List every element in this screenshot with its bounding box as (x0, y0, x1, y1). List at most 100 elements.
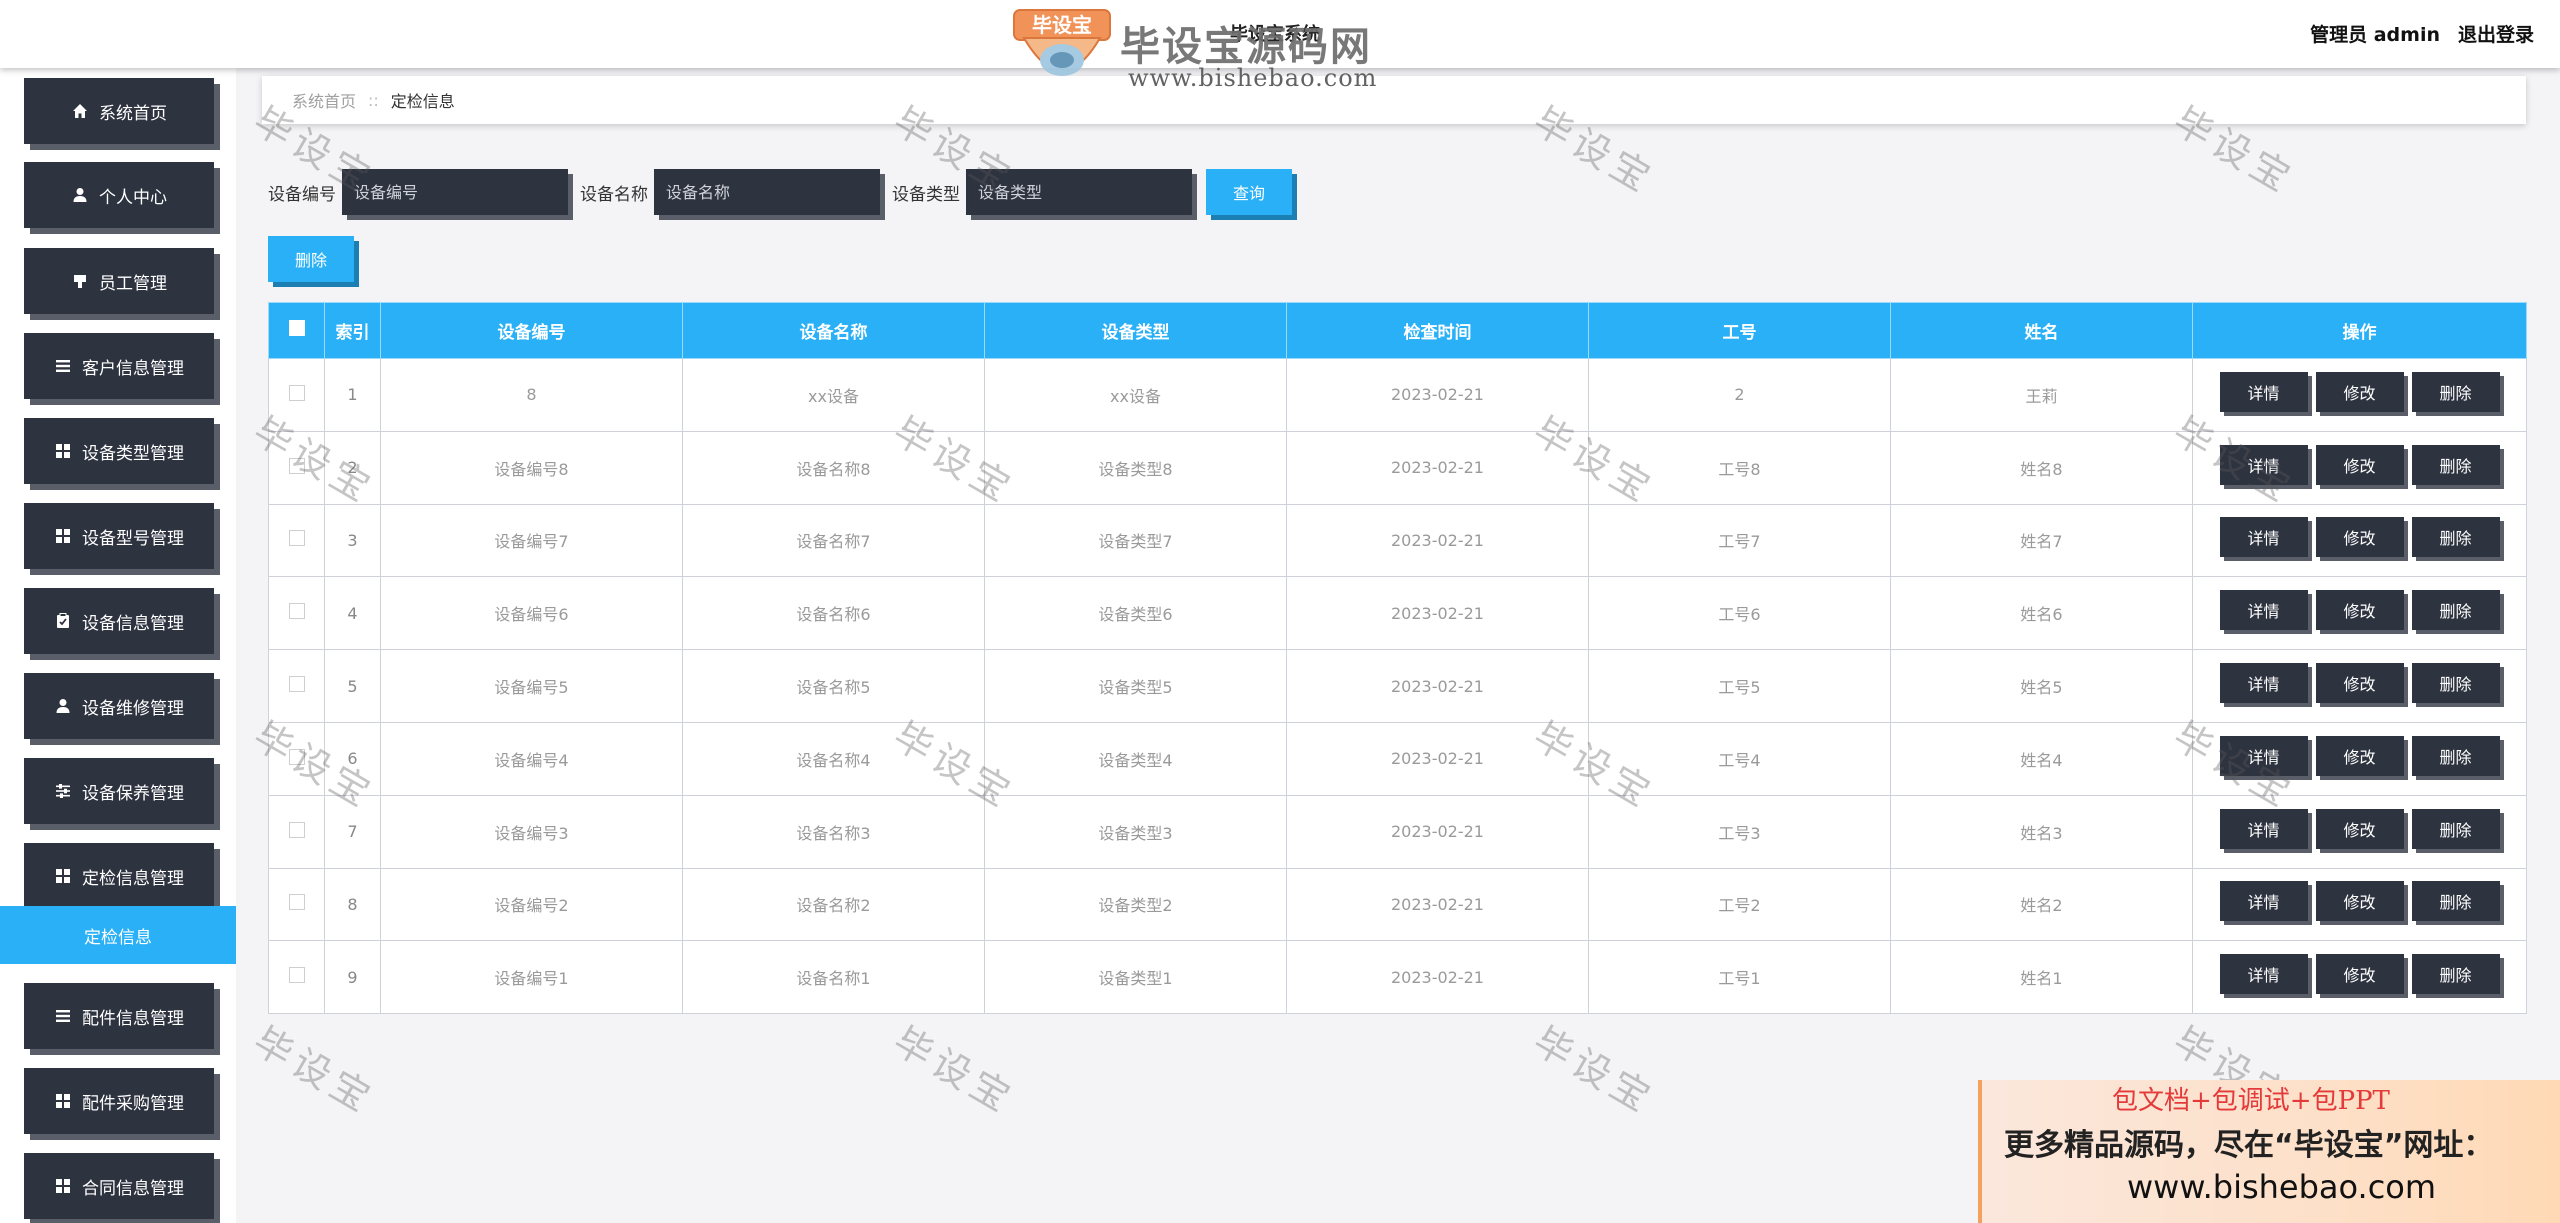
delete-button[interactable]: 删除 (2411, 663, 2500, 704)
row-select-cell[interactable] (268, 576, 325, 651)
row-checkbox[interactable] (288, 894, 305, 911)
sidebar-item-11[interactable]: 配件信息管理 (24, 983, 214, 1049)
cell-device-name: 设备名称7 (682, 503, 985, 578)
device-name-input[interactable] (654, 169, 880, 215)
row-select-cell[interactable] (268, 721, 325, 796)
sidebar-item-label: 员工管理 (99, 273, 167, 294)
cell-device-no: 设备编号8 (380, 430, 683, 505)
sidebar-subitem-active[interactable]: 定检信息 (0, 906, 236, 964)
sidebar-item-13[interactable]: 合同信息管理 (24, 1153, 214, 1219)
cell-device-no: 设备编号1 (380, 940, 683, 1015)
sidebar-item-1[interactable]: 系统首页 (24, 78, 214, 144)
delete-button[interactable]: 删除 (2411, 808, 2500, 849)
row-checkbox[interactable] (288, 821, 305, 838)
breadcrumb-home[interactable]: 系统首页 (292, 88, 356, 112)
cell-index: 1 (324, 358, 381, 432)
sidebar: 系统首页个人中心员工管理客户信息管理 设备类型管理 设备型号管理 设备信息管理 设备维修… (0, 68, 236, 1223)
cell-check-time: 2023-02-21 (1286, 940, 1589, 1015)
edit-button[interactable]: 修改 (2315, 444, 2404, 485)
device-name-label: 设备名称 (580, 184, 648, 205)
col-header-device-type: 设备类型 (984, 302, 1287, 359)
row-checkbox[interactable] (288, 748, 305, 765)
row-checkbox[interactable] (288, 967, 305, 984)
table-row: 9 设备编号1 设备名称1 设备类型1 2023-02-21 工号1 姓名1 详情 修改 删除 (268, 940, 2527, 1015)
row-checkbox[interactable] (288, 530, 305, 547)
edit-button[interactable]: 修改 (2315, 663, 2404, 704)
cell-actions: 详情 修改 删除 (2192, 649, 2527, 723)
sidebar-item-8[interactable]: 设备维修管理 (24, 673, 214, 739)
brand-logo: 毕设宝 毕设宝源码网 www.bishebao.com (1010, 6, 1390, 96)
row-select-cell[interactable] (268, 649, 325, 723)
delete-button[interactable]: 删除 (2411, 735, 2500, 776)
detail-button[interactable]: 详情 (2219, 954, 2308, 995)
brand-badge-icon: 毕设宝 (1013, 9, 1111, 76)
cell-check-time: 2023-02-21 (1286, 358, 1589, 432)
device-no-input[interactable] (342, 169, 568, 215)
delete-button[interactable]: 删除 (2411, 881, 2500, 922)
device-no-label: 设备编号 (268, 184, 336, 205)
detail-button[interactable]: 详情 (2219, 517, 2308, 558)
sidebar-item-4[interactable]: 客户信息管理 (24, 333, 214, 399)
detail-button[interactable]: 详情 (2219, 590, 2308, 631)
col-header-device-no: 设备编号 (380, 302, 683, 359)
delete-button[interactable]: 删除 (2411, 590, 2500, 631)
detail-button[interactable]: 详情 (2219, 663, 2308, 704)
sidebar-item-3[interactable]: 员工管理 (24, 248, 214, 314)
detail-button[interactable]: 详情 (2219, 371, 2308, 412)
user-icon (54, 697, 72, 715)
row-select-cell[interactable] (268, 867, 325, 942)
sidebar-item-6[interactable]: 设备型号管理 (24, 503, 214, 569)
user-area: 管理员 admin 退出登录 (2310, 20, 2534, 47)
row-select-cell[interactable] (268, 503, 325, 578)
sidebar-item-10[interactable]: 定检信息管理 (24, 843, 214, 909)
batch-delete-button[interactable]: 删除 (268, 236, 354, 282)
edit-button[interactable]: 修改 (2315, 954, 2404, 995)
row-checkbox[interactable] (288, 457, 305, 474)
edit-button[interactable]: 修改 (2315, 517, 2404, 558)
delete-button[interactable]: 删除 (2411, 517, 2500, 558)
grid-icon (54, 1092, 72, 1110)
edit-button[interactable]: 修改 (2315, 881, 2404, 922)
row-select-cell[interactable] (268, 430, 325, 505)
cell-device-name: 设备名称6 (682, 576, 985, 651)
row-checkbox[interactable] (288, 603, 305, 620)
query-button[interactable]: 查询 (1206, 169, 1292, 215)
edit-button[interactable]: 修改 (2315, 735, 2404, 776)
delete-button[interactable]: 删除 (2411, 954, 2500, 995)
edit-button[interactable]: 修改 (2315, 371, 2404, 412)
col-header-name: 姓名 (1890, 302, 2193, 359)
detail-button[interactable]: 详情 (2219, 881, 2308, 922)
sidebar-item-12[interactable]: 配件采购管理 (24, 1068, 214, 1134)
col-header-device-name: 设备名称 (682, 302, 985, 359)
detail-button[interactable]: 详情 (2219, 808, 2308, 849)
logout-link[interactable]: 退出登录 (2458, 20, 2534, 47)
cell-device-type: 设备类型4 (984, 721, 1287, 796)
row-checkbox[interactable] (288, 676, 305, 693)
edit-button[interactable]: 修改 (2315, 808, 2404, 849)
cell-device-name: xx设备 (682, 358, 985, 432)
row-select-cell[interactable] (268, 940, 325, 1015)
sidebar-item-5[interactable]: 设备类型管理 (24, 418, 214, 484)
delete-button[interactable]: 删除 (2411, 444, 2500, 485)
promo-line-2: 更多精品源码，尽在“毕设宝”网址： (2004, 1128, 2494, 1163)
delete-button[interactable]: 删除 (2411, 371, 2500, 412)
select-all-checkbox[interactable] (288, 320, 305, 336)
cell-check-time: 2023-02-21 (1286, 649, 1589, 723)
row-checkbox[interactable] (288, 384, 305, 401)
grid-icon (54, 527, 72, 545)
detail-button[interactable]: 详情 (2219, 735, 2308, 776)
detail-button[interactable]: 详情 (2219, 444, 2308, 485)
select-all-cell[interactable] (268, 302, 325, 359)
cell-device-type: xx设备 (984, 358, 1287, 432)
cell-check-time: 2023-02-21 (1286, 794, 1589, 869)
cell-actions: 详情 修改 删除 (2192, 721, 2527, 796)
row-select-cell[interactable] (268, 794, 325, 869)
sidebar-item-7[interactable]: 设备信息管理 (24, 588, 214, 654)
cell-device-name: 设备名称1 (682, 940, 985, 1015)
row-select-cell[interactable] (268, 358, 325, 432)
sidebar-item-9[interactable]: 设备保养管理 (24, 758, 214, 824)
sidebar-item-2[interactable]: 个人中心 (24, 162, 214, 228)
edit-button[interactable]: 修改 (2315, 590, 2404, 631)
device-type-input[interactable] (966, 169, 1192, 215)
cell-device-name: 设备名称3 (682, 794, 985, 869)
